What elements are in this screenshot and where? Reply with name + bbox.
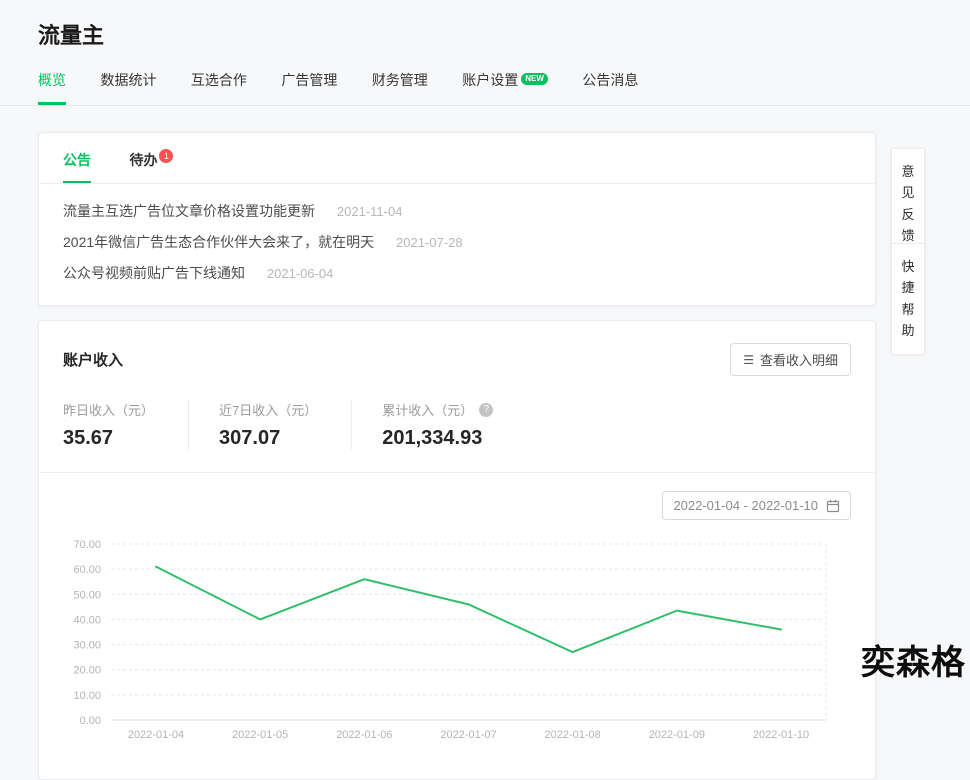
- stat-label-text: 累计收入（元）: [382, 403, 474, 418]
- svg-text:70.00: 70.00: [73, 539, 101, 551]
- list-item: 流量主互选广告位文章价格设置功能更新 2021-11-04: [63, 196, 851, 227]
- tab-todo-label: 待办: [129, 152, 158, 168]
- svg-text:60.00: 60.00: [73, 564, 101, 576]
- page-title: 流量主: [38, 23, 105, 48]
- new-badge: NEW: [521, 73, 548, 85]
- stat-label: 近7日收入（元）: [219, 403, 318, 418]
- stat-7day-income: 近7日收入（元） 307.07: [188, 400, 351, 450]
- announcement-link[interactable]: 公众号视频前贴广告下线通知: [63, 265, 245, 281]
- account-income-card: 账户收入 ☰ 查看收入明细 昨日收入（元） 35.67 近7日收入（元） 307…: [38, 320, 876, 780]
- tab-announcements-public[interactable]: 公告: [63, 134, 91, 183]
- stat-total-income: 累计收入（元） ? 201,334.93: [351, 400, 527, 450]
- list-item: 2021年微信广告生态合作伙伴大会来了，就在明天 2021-07-28: [63, 227, 851, 258]
- announcements-tabs: 公告 待办 1: [39, 133, 875, 184]
- quick-help-button[interactable]: 快捷帮助: [891, 243, 925, 355]
- svg-text:20.00: 20.00: [73, 665, 101, 677]
- announcement-link[interactable]: 流量主互选广告位文章价格设置功能更新: [63, 203, 315, 219]
- svg-text:2022-01-04: 2022-01-04: [128, 729, 184, 741]
- svg-text:2022-01-05: 2022-01-05: [232, 729, 288, 741]
- announcement-date: 2021-06-04: [266, 266, 334, 281]
- svg-text:2022-01-10: 2022-01-10: [753, 729, 809, 741]
- tab-todo[interactable]: 待办 1: [129, 133, 174, 183]
- announcement-link[interactable]: 2021年微信广告生态合作伙伴大会来了，就在明天: [63, 234, 374, 250]
- tab-overview[interactable]: 概览: [38, 70, 66, 105]
- svg-text:0.00: 0.00: [80, 715, 101, 727]
- announcements-card: 公告 待办 1 流量主互选广告位文章价格设置功能更新 2021-11-04 202…: [38, 132, 876, 306]
- calendar-icon: [826, 499, 840, 512]
- income-line-chart: 0.00 10.00 20.00 30.00 40.00 50.00 60.00 70.00 2…: [73, 539, 827, 741]
- announcement-date: 2021-11-04: [336, 204, 403, 219]
- quick-help-label: 快捷帮助: [901, 259, 915, 339]
- tab-announcement-messages[interactable]: 公告消息: [582, 70, 638, 105]
- income-title: 账户收入: [63, 352, 124, 369]
- svg-text:2022-01-06: 2022-01-06: [336, 729, 392, 741]
- page-header: 流量主: [0, 0, 970, 50]
- svg-text:30.00: 30.00: [73, 640, 101, 652]
- stat-value: 35.67: [63, 427, 114, 449]
- list-item: 公众号视频前贴广告下线通知 2021-06-04: [63, 258, 851, 289]
- svg-text:2022-01-09: 2022-01-09: [649, 729, 705, 741]
- view-income-detail-label: 查看收入明细: [759, 353, 838, 368]
- tab-ad-management[interactable]: 广告管理: [281, 70, 337, 105]
- income-header: 账户收入 ☰ 查看收入明细: [63, 343, 851, 376]
- svg-text:50.00: 50.00: [73, 589, 101, 601]
- svg-text:2022-01-08: 2022-01-08: [545, 729, 601, 741]
- tab-mutual-selection[interactable]: 互选合作: [191, 70, 247, 105]
- tab-account-settings-label: 账户设置: [462, 72, 519, 88]
- feedback-label: 意见反馈: [901, 164, 915, 244]
- tab-finance[interactable]: 财务管理: [372, 70, 428, 105]
- announcement-date: 2021-07-28: [396, 235, 463, 250]
- date-range-value: 2022-01-04 - 2022-01-10: [673, 498, 818, 513]
- stat-label: 累计收入（元） ?: [382, 400, 494, 419]
- tab-data-stats[interactable]: 数据统计: [100, 70, 156, 105]
- divider: [39, 472, 875, 473]
- svg-text:40.00: 40.00: [73, 614, 101, 626]
- list-icon: ☰: [743, 352, 754, 367]
- stat-value: 307.07: [219, 427, 281, 449]
- svg-text:10.00: 10.00: [73, 690, 101, 702]
- date-range-picker[interactable]: 2022-01-04 - 2022-01-10: [662, 491, 851, 520]
- date-range-row: 2022-01-04 - 2022-01-10: [63, 491, 851, 520]
- main-column: 公告 待办 1 流量主互选广告位文章价格设置功能更新 2021-11-04 202…: [38, 132, 876, 780]
- tab-account-settings[interactable]: 账户设置 NEW: [462, 70, 548, 105]
- stat-label: 昨日收入（元）: [63, 403, 155, 418]
- stat-yesterday-income: 昨日收入（元） 35.67: [63, 400, 188, 450]
- income-stats: 昨日收入（元） 35.67 近7日收入（元） 307.07 累计收入（元） ? …: [63, 400, 851, 450]
- view-income-detail-button[interactable]: ☰ 查看收入明细: [730, 343, 851, 376]
- announcement-list: 流量主互选广告位文章价格设置功能更新 2021-11-04 2021年微信广告生…: [39, 184, 875, 305]
- help-icon[interactable]: ?: [479, 402, 494, 417]
- main-nav: 概览 数据统计 互选合作 广告管理 财务管理 账户设置 NEW 公告消息: [0, 70, 970, 106]
- svg-text:2022-01-07: 2022-01-07: [440, 729, 496, 741]
- todo-count-badge: 1: [159, 149, 174, 163]
- stat-value: 201,334.93: [382, 427, 483, 449]
- watermark-logo: 奕森格: [861, 644, 966, 682]
